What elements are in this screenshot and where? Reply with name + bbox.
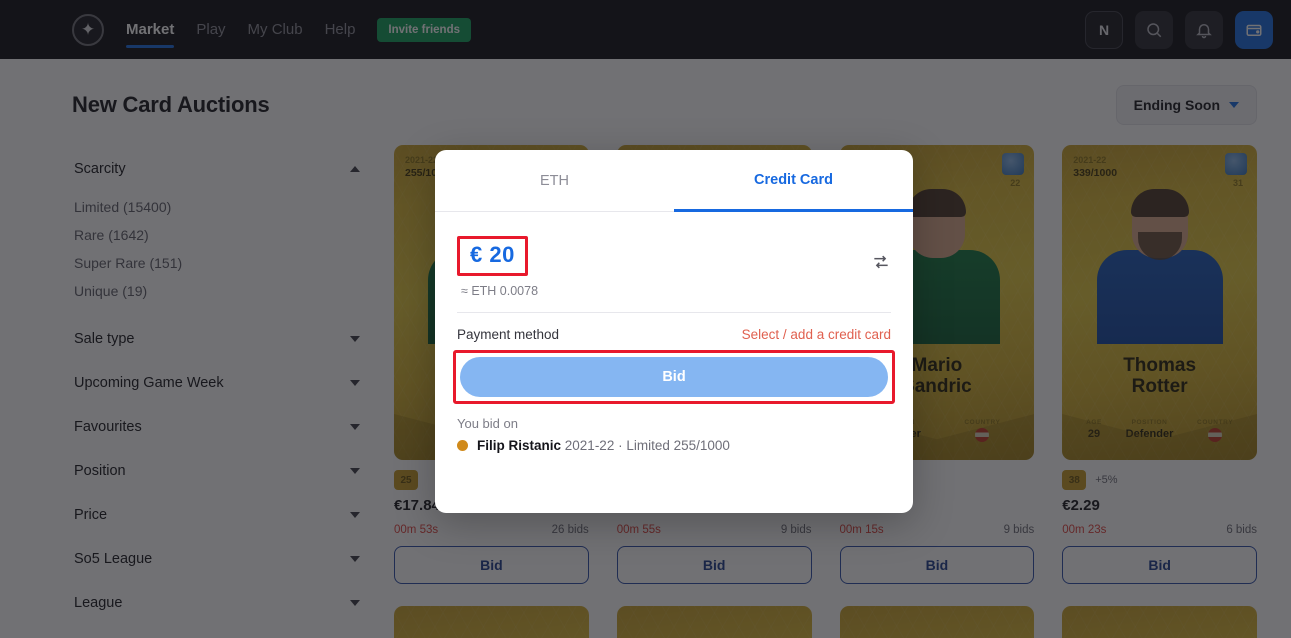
bid-amount-input[interactable]: € 20 xyxy=(457,236,528,276)
swap-currency-icon[interactable] xyxy=(871,252,891,277)
bid-on-text: Filip Ristanic 2021-22 · Limited 255/100… xyxy=(477,438,730,453)
amount-section: € 20 ≈ ETH 0.0078 xyxy=(435,212,913,298)
bid-on-player-name: Filip Ristanic xyxy=(477,438,562,453)
submit-bid-button[interactable]: Bid xyxy=(460,357,888,397)
bid-on-card-details: 2021-22 · Limited 255/1000 xyxy=(564,438,730,453)
bid-amount-value: € 20 xyxy=(470,242,515,267)
marketplace-page: ✦ Market Play My Club Help Invite friend… xyxy=(0,0,1291,638)
eth-equivalent: ≈ ETH 0.0078 xyxy=(461,284,539,298)
payment-tabs: ETH Credit Card xyxy=(435,150,913,212)
scarcity-dot-icon xyxy=(457,440,468,451)
bid-on-row: Filip Ristanic 2021-22 · Limited 255/100… xyxy=(435,431,913,453)
tab-credit-card[interactable]: Credit Card xyxy=(674,150,913,212)
you-bid-on-label: You bid on xyxy=(457,416,518,431)
tab-eth[interactable]: ETH xyxy=(435,150,674,212)
amount-row: € 20 ≈ ETH 0.0078 xyxy=(457,236,891,298)
payment-method-label: Payment method xyxy=(457,327,560,342)
bid-button-highlight: Bid xyxy=(453,350,895,404)
bid-modal: ETH Credit Card € 20 ≈ ETH 0.0078 Paymen… xyxy=(435,150,913,513)
amount-group: € 20 ≈ ETH 0.0078 xyxy=(457,236,538,298)
payment-method-row: Payment method Select / add a credit car… xyxy=(435,313,913,342)
select-add-credit-card-link[interactable]: Select / add a credit card xyxy=(742,327,891,342)
